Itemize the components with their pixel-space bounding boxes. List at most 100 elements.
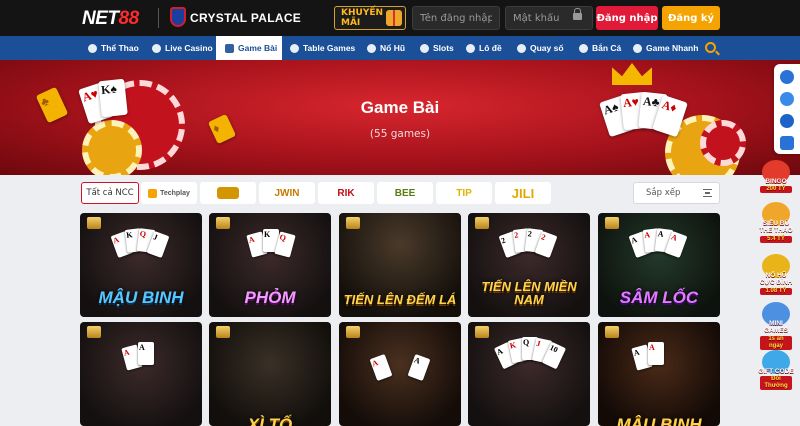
cards-art-icon: AA (110, 336, 170, 376)
game-tile[interactable]: XÌ TỐ (209, 322, 331, 426)
game-tile[interactable]: 2222 TIẾN LÊN MIỀN NAM (468, 213, 590, 317)
nav-item-no-hu[interactable]: Nổ Hũ (367, 36, 405, 60)
nav-item-lo-de[interactable]: Lô đề (466, 36, 502, 60)
chat-icon[interactable] (780, 70, 794, 84)
promo-value: 1.08 TỶ (760, 287, 792, 295)
soccer-ball-icon (88, 43, 97, 53)
provider-badge-icon (605, 326, 619, 338)
support-icon[interactable] (780, 136, 794, 150)
techplay-logo-icon (148, 188, 158, 198)
nav-label: Table Games (303, 43, 356, 53)
nav-label: Quay số (530, 43, 564, 53)
table-icon (290, 43, 299, 53)
provider-jili[interactable]: JILI (495, 182, 551, 204)
nav-label: Nổ Hũ (380, 43, 406, 53)
game-title: TIẾN LÊN MIỀN NAM (481, 278, 577, 308)
game-tile[interactable]: A K Q J 10 (468, 322, 590, 426)
game-tile[interactable]: TIẾN LÊN ĐẾM LÁ (339, 213, 461, 317)
slot-jar-icon (367, 43, 376, 53)
promo-label: BINGO 200 TỶ (758, 178, 794, 194)
nav-item-ban-ca[interactable]: Bắn Cá (579, 36, 621, 60)
nav-label: Game Bài (238, 43, 278, 53)
register-button[interactable]: Đăng ký (662, 6, 720, 30)
provider-badge-icon (87, 217, 101, 229)
nav-label: Thể Thao (101, 43, 139, 53)
nav-label: Slots (433, 43, 454, 53)
promo-title: SIÊU BÙ THỂ THAO (759, 220, 793, 235)
nav-item-table-games[interactable]: Table Games (290, 36, 355, 60)
promo-bingo[interactable]: BINGO 200 TỶ (758, 160, 794, 200)
cards-art-icon: AA (369, 336, 431, 382)
casino-chip-icon (700, 120, 746, 166)
nav-label: Live Casino (165, 43, 213, 53)
provider-badge-icon (605, 217, 619, 229)
promo-mini-games[interactable]: MINI GAMES 1s ăn ngay (758, 302, 794, 350)
provider-badge-icon (346, 217, 360, 229)
category-banner: A♥ K♠ ♣ ♦ Game Bài (55 games) A♠ A♥ A♣ A… (0, 60, 800, 175)
cards-art-icon: AKQJ (110, 227, 170, 267)
telegram-icon[interactable] (780, 92, 794, 106)
cards-art-icon: AAAA (628, 227, 688, 267)
game-tile[interactable]: AKQJ MẬU BINH (80, 213, 202, 317)
net88-logo[interactable]: NET88 (82, 8, 139, 30)
provider-badge-icon (346, 326, 360, 338)
promotions-button[interactable]: KHUYẾN MÃI (334, 6, 406, 30)
roulette-icon (152, 43, 161, 53)
slots-icon (420, 43, 429, 53)
promo-jackpot[interactable]: NỔ HŨ CỰC ĐỈNH 1.08 TỶ (758, 254, 794, 295)
header-divider (158, 8, 159, 28)
game-tile[interactable]: AA (339, 322, 461, 426)
promo-label: GIFT CODE Đổi Thưởng (758, 368, 794, 391)
promo-value: Đổi Thưởng (760, 376, 792, 391)
gift-icon (386, 10, 402, 26)
game-tile[interactable]: AAAA SÂM LỐC (598, 213, 720, 317)
side-utility-bar (774, 64, 800, 154)
logo-suffix: 88 (118, 8, 140, 29)
crown-icon (612, 63, 652, 85)
provider-label: Techplay (160, 189, 190, 197)
game-title: XÌ TỐ (247, 415, 293, 426)
game-title: MẬU BINH (616, 415, 702, 426)
nav-label: Bắn Cá (592, 43, 622, 53)
game-title: PHỎM (244, 288, 296, 308)
sort-label: Sắp xếp (646, 188, 681, 198)
game-tile[interactable]: AKQ PHỎM (209, 213, 331, 317)
search-icon[interactable] (705, 42, 716, 53)
provider-badge-icon (216, 217, 230, 229)
promo-title: BINGO (765, 178, 787, 185)
promo-sports-rebate[interactable]: SIÊU BÙ THỂ THAO 5.4 TỶ (758, 202, 794, 243)
provider-v8[interactable] (200, 182, 256, 204)
nav-label: Lô đề (479, 43, 502, 53)
nav-item-the-thao[interactable]: Thể Thao (88, 36, 139, 60)
sort-dropdown[interactable]: Sắp xếp (633, 182, 720, 204)
main-nav: Thể Thao Live Casino Game Bài Table Game… (0, 36, 800, 60)
nav-item-live-casino[interactable]: Live Casino (152, 36, 213, 60)
sort-icon (703, 189, 712, 197)
filter-all-providers[interactable]: Tất cả NCC (81, 182, 139, 204)
promo-label: MINI GAMES 1s ăn ngay (758, 320, 794, 350)
nav-item-game-nhanh[interactable]: Game Nhanh (633, 36, 698, 60)
provider-badge-icon (475, 326, 489, 338)
provider-techplay[interactable]: Techplay (141, 182, 197, 204)
game-tile[interactable]: AA MẬU BINH (598, 322, 720, 426)
game-title: MẬU BINH (98, 288, 184, 308)
username-input[interactable] (412, 6, 500, 30)
provider-rik[interactable]: RIK (318, 182, 374, 204)
crystal-palace-crest-icon (170, 7, 186, 27)
cards-art-icon: A K Q J 10 (493, 336, 567, 376)
nav-item-slots[interactable]: Slots (420, 36, 454, 60)
provider-bee[interactable]: BEE (377, 182, 433, 204)
promo-gift-code[interactable]: GIFT CODE Đổi Thưởng (758, 350, 794, 391)
promo-label: NỔ HŨ CỰC ĐỈNH 1.08 TỶ (758, 272, 794, 295)
game-tile[interactable]: AA (80, 322, 202, 426)
promo-title: GIFT CODE (758, 368, 794, 375)
nav-item-quay-so[interactable]: Quay số (517, 36, 564, 60)
promo-title: NỔ HŨ CỰC ĐỈNH (759, 272, 793, 287)
provider-badge-icon (87, 326, 101, 338)
cards-art-icon: 2222 (498, 227, 558, 267)
messenger-icon[interactable] (780, 114, 794, 128)
nav-item-game-bai[interactable]: Game Bài (216, 36, 282, 60)
provider-jwin[interactable]: JWIN (259, 182, 315, 204)
provider-tip[interactable]: TIP (436, 182, 492, 204)
login-button[interactable]: Đăng nhập (596, 6, 658, 30)
